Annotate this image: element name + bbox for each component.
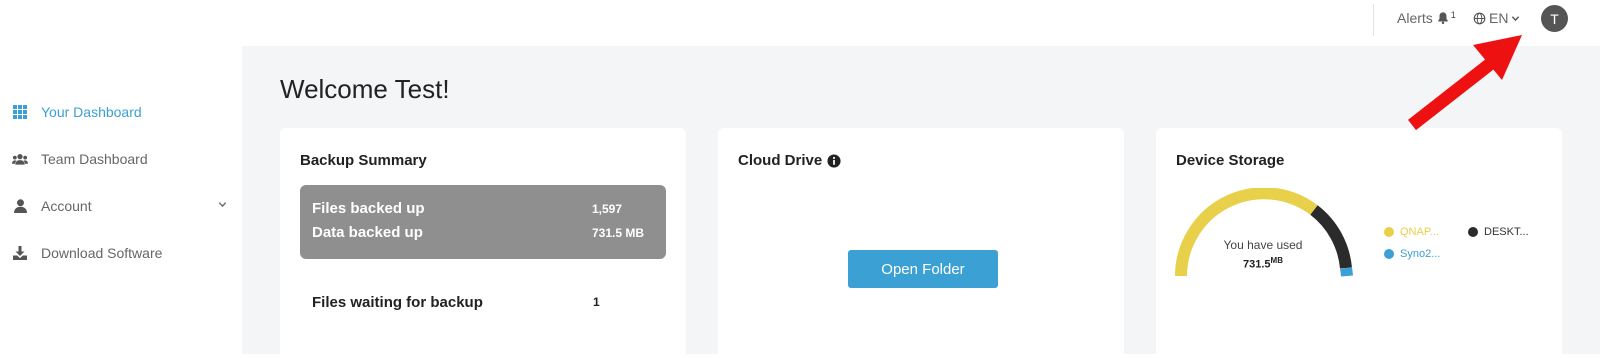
used-unit: MB bbox=[1270, 256, 1283, 265]
legend-item-desktop[interactable]: DESKT... bbox=[1468, 226, 1529, 238]
sidebar-item-download-software[interactable]: Download Software bbox=[12, 245, 227, 261]
annotation-arrow bbox=[1407, 35, 1522, 131]
alerts-button[interactable]: Alerts 1 bbox=[1397, 9, 1456, 27]
legend-item-qnap[interactable]: QNAP... bbox=[1384, 226, 1439, 238]
card-title-row: Cloud Drive bbox=[738, 152, 841, 169]
cloud-drive-card: Cloud Drive Open Folder bbox=[718, 128, 1124, 358]
sidebar-item-account[interactable]: Account bbox=[12, 198, 227, 214]
chevron-down-icon bbox=[1512, 15, 1520, 21]
main-content: Welcome Test! Backup Summary Files backe… bbox=[242, 46, 1600, 358]
card-title: Cloud Drive bbox=[738, 152, 823, 169]
sidebar-item-team-dashboard[interactable]: Team Dashboard bbox=[12, 151, 227, 167]
files-waiting-label: Files waiting for backup bbox=[312, 294, 483, 311]
user-avatar[interactable]: T bbox=[1541, 5, 1568, 32]
sidebar-item-your-dashboard[interactable]: Your Dashboard bbox=[12, 104, 227, 120]
alerts-label: Alerts bbox=[1397, 10, 1433, 26]
language-label: EN bbox=[1489, 10, 1509, 26]
bell-icon bbox=[1438, 12, 1448, 25]
files-backed-up-label: Files backed up bbox=[312, 200, 425, 217]
device-storage-card: Device Storage You have used 731.5MB QNA… bbox=[1156, 128, 1562, 358]
user-icon bbox=[12, 198, 28, 214]
legend-dot bbox=[1384, 249, 1394, 259]
open-folder-button[interactable]: Open Folder bbox=[848, 250, 998, 288]
files-backed-up-value: 1,597 bbox=[592, 202, 623, 216]
legend-label: DESKT... bbox=[1484, 226, 1529, 238]
page-title: Welcome Test! bbox=[280, 74, 450, 104]
gauge-used-value: 731.5MB bbox=[1176, 256, 1350, 271]
sidebar-item-label: Account bbox=[41, 198, 92, 214]
sidebar-item-label: Team Dashboard bbox=[41, 151, 148, 167]
backup-summary-card: Backup Summary Files backed up 1,597 Dat… bbox=[280, 128, 686, 358]
data-backed-up-label: Data backed up bbox=[312, 224, 423, 241]
card-title: Backup Summary bbox=[300, 152, 427, 169]
legend-label: Syno2... bbox=[1400, 248, 1441, 260]
download-icon bbox=[12, 245, 28, 261]
sidebar-item-label: Download Software bbox=[41, 245, 163, 261]
language-selector[interactable]: EN bbox=[1473, 10, 1523, 26]
legend-label: QNAP... bbox=[1400, 226, 1439, 238]
alerts-count-badge: 1 bbox=[1450, 9, 1456, 20]
top-bar: Alerts 1 EN T bbox=[0, 0, 1600, 46]
card-title: Device Storage bbox=[1176, 152, 1285, 169]
backup-summary-box: Files backed up 1,597 Data backed up 731… bbox=[300, 185, 666, 259]
legend-dot bbox=[1468, 227, 1478, 237]
data-backed-up-row: Data backed up 731.5 MB bbox=[312, 224, 652, 241]
legend-item-syno[interactable]: Syno2... bbox=[1384, 248, 1440, 260]
used-amount: 731.5 bbox=[1243, 258, 1271, 271]
info-icon[interactable] bbox=[827, 153, 841, 168]
globe-icon bbox=[1473, 12, 1486, 24]
topbar-divider bbox=[1373, 4, 1374, 36]
chevron-down-icon bbox=[218, 202, 227, 208]
grid-icon bbox=[12, 104, 28, 120]
legend-dot bbox=[1384, 227, 1394, 237]
users-icon bbox=[12, 151, 28, 167]
gauge-used-label: You have used bbox=[1223, 238, 1303, 252]
sidebar-item-label: Your Dashboard bbox=[41, 104, 142, 120]
files-backed-up-row: Files backed up 1,597 bbox=[312, 200, 652, 217]
data-backed-up-value: 731.5 MB bbox=[592, 226, 645, 240]
sidebar: Your Dashboard Team Dashboard Account Do… bbox=[0, 46, 242, 354]
files-waiting-value: 1 bbox=[593, 295, 600, 309]
